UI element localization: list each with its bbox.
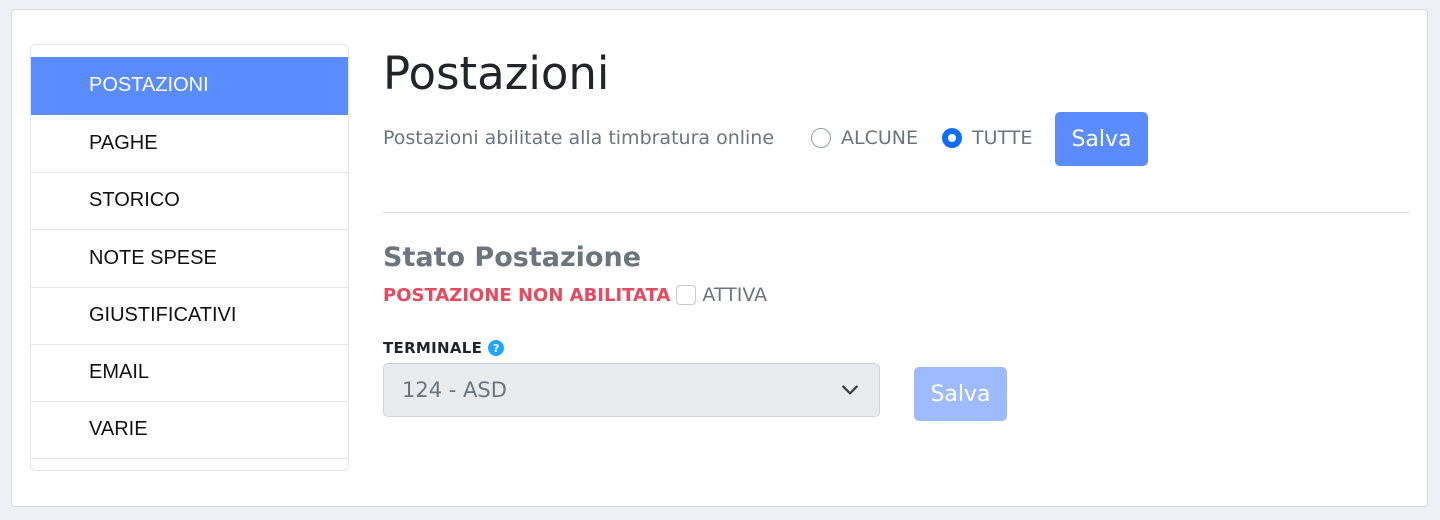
sidebar: POSTAZIONI PAGHE STORICO NOTE SPESE GIUS… [30, 44, 349, 471]
radio-alcune-input[interactable] [811, 128, 831, 148]
sidebar-item-label: EMAIL [89, 361, 150, 383]
save-terminal-button-label: Salva [930, 381, 991, 407]
sidebar-item-label: POSTAZIONI [89, 74, 209, 96]
save-online-button-label: Salva [1071, 126, 1132, 152]
terminale-select-value: 124 - ASD [402, 378, 507, 402]
help-icon[interactable]: ? [488, 340, 505, 356]
sidebar-item-giustificativi[interactable]: GIUSTIFICATIVI [31, 287, 348, 345]
sidebar-item-note-spese[interactable]: NOTE SPESE [31, 230, 348, 288]
sidebar-item-label: GIUSTIFICATIVI [89, 304, 237, 326]
sidebar-item-varie[interactable]: VARIE [31, 401, 348, 459]
online-timbratura-label: Postazioni abilitate alla timbratura onl… [383, 127, 775, 149]
radio-tutte-input[interactable] [942, 128, 962, 148]
terminale-select[interactable]: 124 - ASD [383, 363, 880, 417]
radio-alcune[interactable]: ALCUNE [811, 126, 918, 150]
terminale-label-text: TERMINALE [383, 339, 483, 357]
radio-alcune-label: ALCUNE [841, 127, 918, 149]
save-online-button[interactable]: Salva [1055, 112, 1148, 166]
sidebar-item-email[interactable]: EMAIL [31, 344, 348, 402]
status-section-title: Stato Postazione [383, 242, 642, 273]
sidebar-item-label: VARIE [89, 418, 148, 440]
status-line: POSTAZIONE NON ABILITATA ATTIVA [383, 283, 767, 307]
terminale-label: TERMINALE ? [383, 339, 505, 357]
radio-tutte-label: TUTTE [972, 127, 1033, 149]
page-title: Postazioni [383, 47, 610, 100]
sidebar-item-postazioni[interactable]: POSTAZIONI [31, 57, 348, 115]
sidebar-item-storico[interactable]: STORICO [31, 172, 348, 230]
chevron-down-icon [842, 385, 858, 395]
save-terminal-button[interactable]: Salva [914, 367, 1007, 421]
sidebar-item-paghe[interactable]: PAGHE [31, 115, 348, 173]
help-icon-glyph: ? [493, 341, 500, 355]
radio-tutte[interactable]: TUTTE [942, 126, 1032, 150]
section-divider [383, 212, 1410, 213]
status-text: POSTAZIONE NON ABILITATA [383, 284, 671, 306]
sidebar-item-label: NOTE SPESE [89, 247, 217, 269]
attiva-checkbox-label: ATTIVA [702, 284, 768, 306]
sidebar-item-label: PAGHE [89, 132, 158, 154]
attiva-checkbox[interactable] [676, 285, 697, 305]
sidebar-item-label: STORICO [89, 189, 180, 211]
